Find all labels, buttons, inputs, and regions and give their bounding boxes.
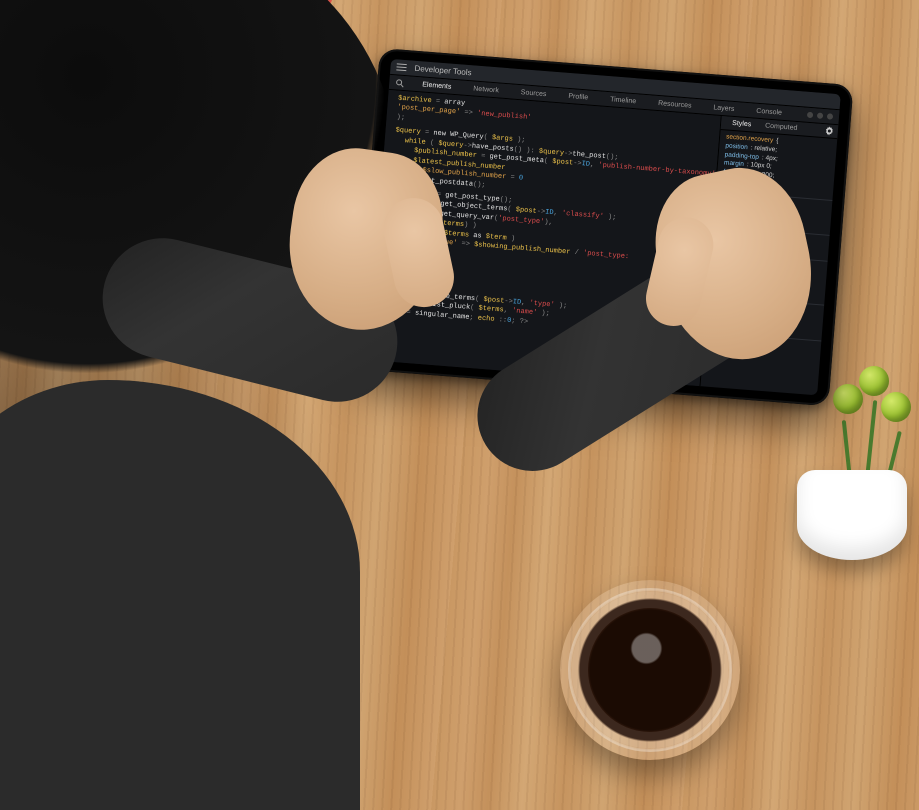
gear-icon[interactable]	[825, 126, 835, 136]
app-title: Developer Tools	[414, 64, 472, 77]
window-dot-icon[interactable]	[807, 112, 813, 118]
window-dot-icon[interactable]	[817, 113, 823, 119]
side-tab-computed[interactable]: Computed	[758, 122, 805, 133]
coffee-cup	[560, 580, 740, 760]
search-icon[interactable]	[395, 78, 405, 88]
window-controls[interactable]	[807, 112, 839, 120]
photo-scene: Developer Tools Elements Network Sources…	[0, 0, 919, 810]
menu-icon[interactable]	[396, 63, 407, 72]
side-tab-styles[interactable]: Styles	[725, 119, 759, 129]
person-torso	[0, 380, 360, 810]
window-dot-icon[interactable]	[827, 113, 833, 119]
plant-pot	[797, 470, 907, 560]
